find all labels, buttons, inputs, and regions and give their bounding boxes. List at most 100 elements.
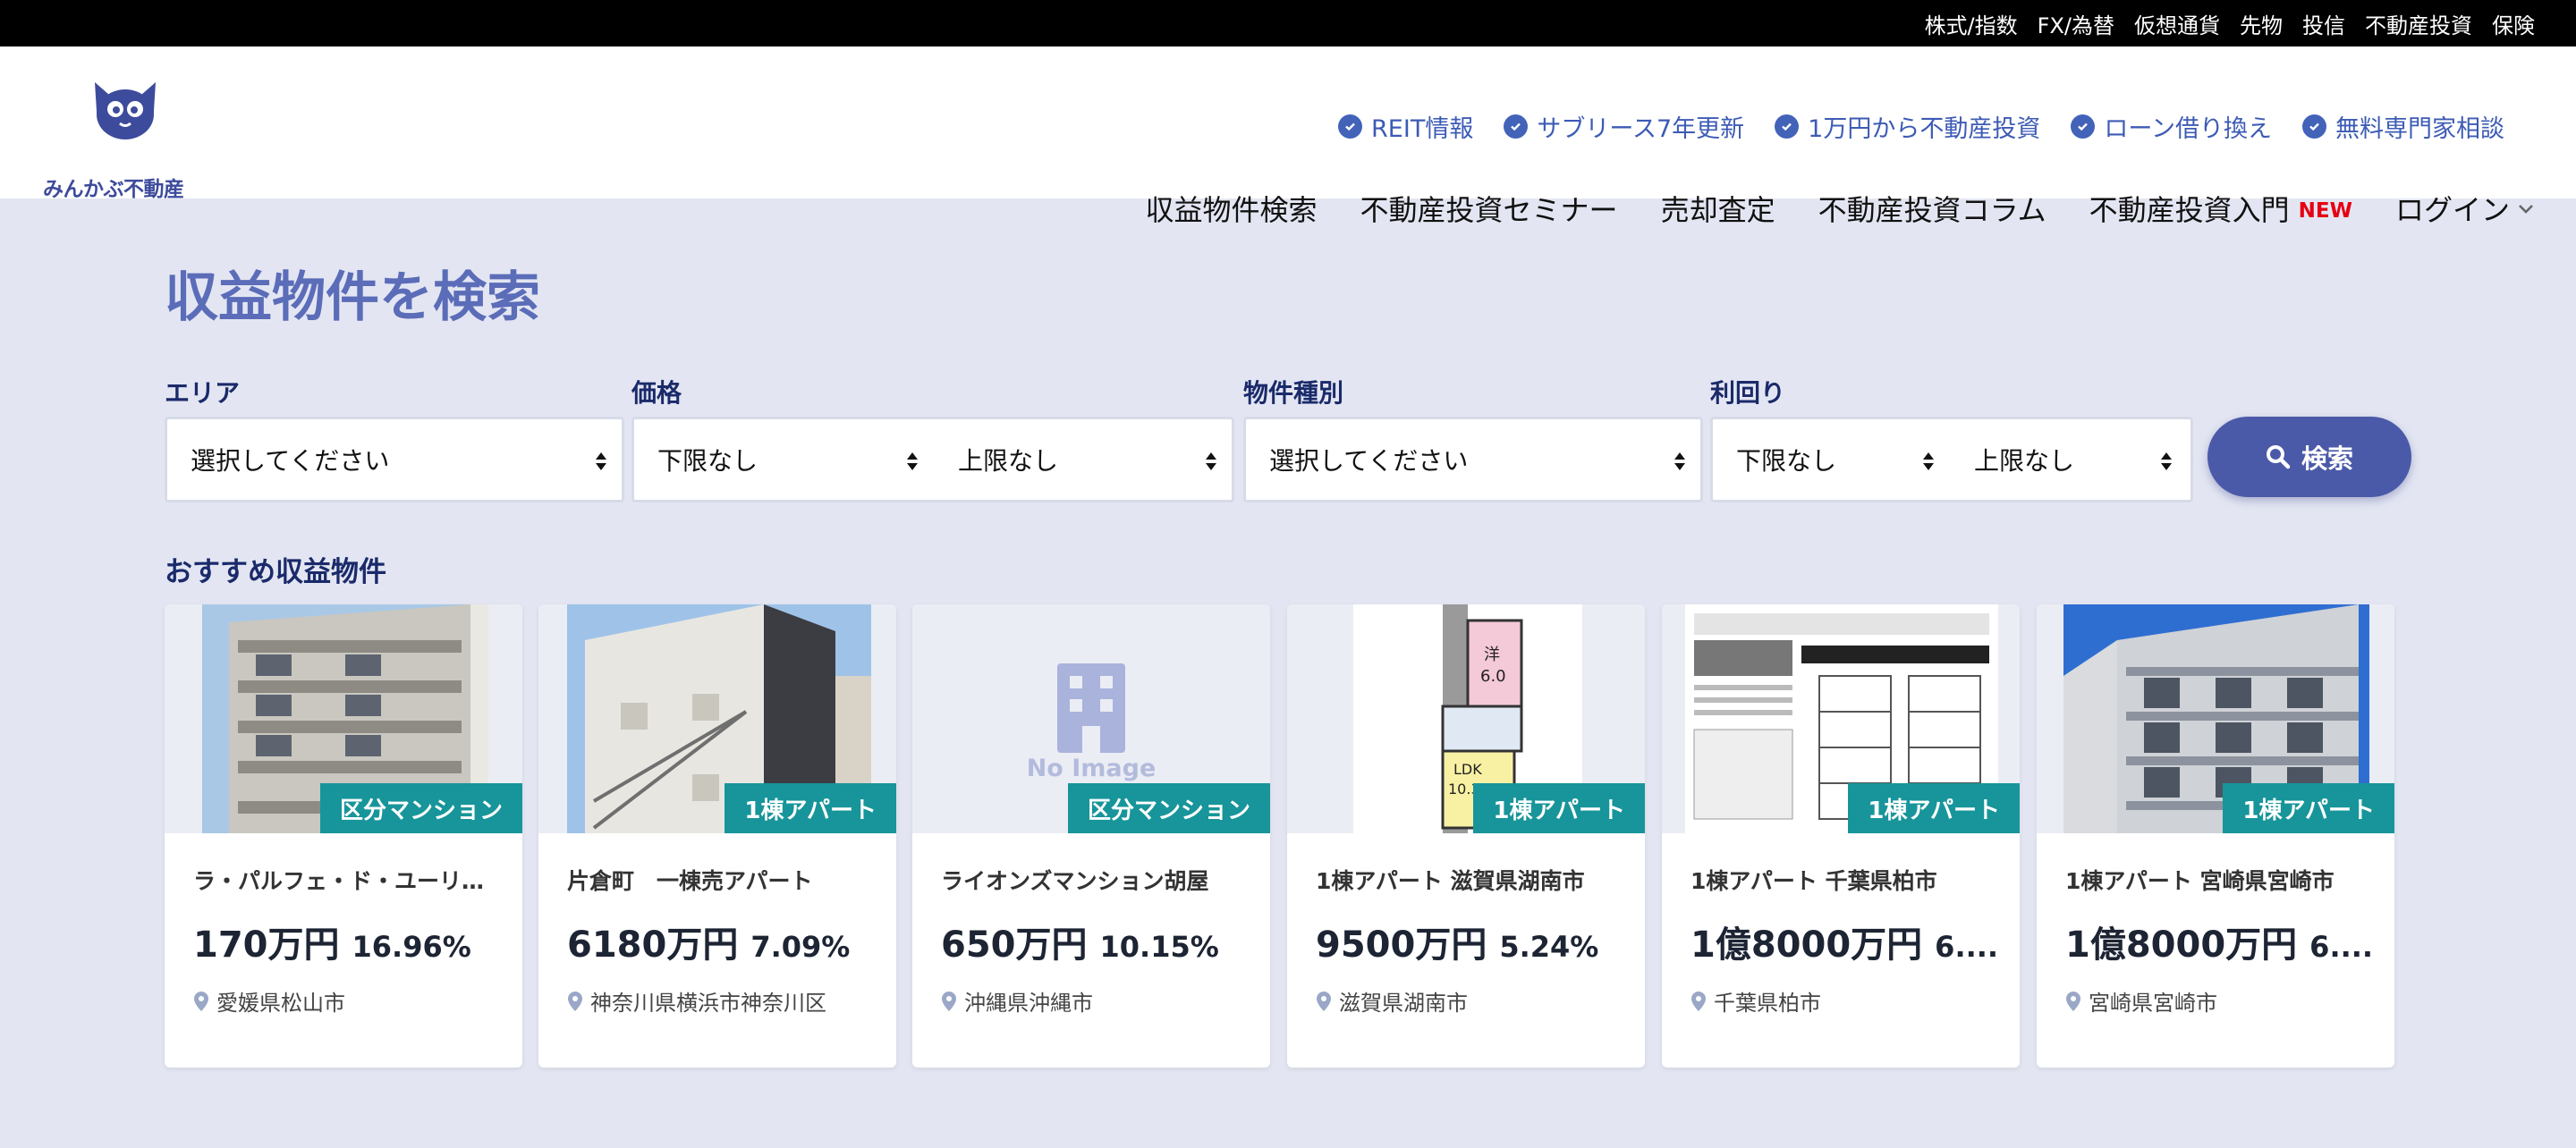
nav-column[interactable]: 不動産投資コラム (1818, 188, 2046, 229)
property-location-text: 千葉県柏市 (1714, 991, 1821, 1016)
property-name: 1棟アパート 宮崎県宮崎市 (2065, 868, 2334, 894)
property-type-select[interactable]: 選択してください (1243, 417, 1703, 502)
nav-intro[interactable]: 不動産投資入門 NEW (2089, 188, 2352, 229)
property-card[interactable]: 1棟アパート 1棟アパート 千葉県柏市 1億8000万円 6.... 千葉県柏市 (1662, 604, 2020, 1068)
price-label: 価格 (631, 378, 682, 408)
search-button[interactable]: 検索 (2207, 417, 2411, 497)
area-label: エリア (165, 378, 241, 408)
svg-text:6.0: 6.0 (1480, 667, 1506, 686)
sub-link-reit[interactable]: REIT情報 (1338, 109, 1473, 144)
property-price-row: 170万円 16.96% (193, 916, 506, 967)
property-location-text: 宮崎県宮崎市 (2089, 991, 2217, 1016)
property-location-text: 滋賀県湖南市 (1339, 991, 1468, 1016)
building-icon (1057, 663, 1125, 753)
price-max-select[interactable]: 上限なし (958, 442, 1058, 477)
topbar-link-futures[interactable]: 先物 (2240, 8, 2283, 39)
property-price-row: 9500万円 5.24% (1316, 916, 1629, 967)
yield-label: 利回り (1710, 378, 1786, 408)
sub-link-loan[interactable]: ローン借り換え (2071, 109, 2272, 144)
top-bar-links: 株式/指数 FX/為替 仮想通貨 先物 投信 不動産投資 保険 (1905, 0, 2535, 46)
nav-seminar[interactable]: 不動産投資セミナー (1360, 188, 1618, 229)
site-header: みんかぶ不動産 REIT情報 サブリース7年更新 1万円から不動産投資 ローン借… (0, 46, 2576, 227)
site-logo[interactable]: みんかぶ不動産 (43, 79, 213, 201)
property-card[interactable]: 1棟アパート 片倉町 一棟売アパート 6180万円 7.09% 神奈川県横浜市神奈… (538, 604, 896, 1068)
check-circle-icon (2302, 114, 2326, 139)
topbar-link-fx[interactable]: FX/為替 (2038, 8, 2114, 39)
property-type-badge: 1棟アパート (1473, 783, 1645, 833)
select-arrows-icon (596, 452, 606, 470)
property-name: ライオンズマンション胡屋 (941, 868, 1209, 894)
map-pin-icon (2066, 991, 2080, 1011)
topbar-link-funds[interactable]: 投信 (2302, 8, 2345, 39)
property-price: 1億8000万円 (1690, 924, 1923, 966)
sub-link-label: REIT情報 (1371, 115, 1474, 143)
nav-property-search[interactable]: 収益物件検索 (1146, 188, 1318, 229)
chevron-down-icon (2517, 202, 2535, 215)
topbar-link-crypto[interactable]: 仮想通貨 (2134, 8, 2220, 39)
topbar-link-stocks[interactable]: 株式/指数 (1925, 8, 2018, 39)
nav-sale-appraisal[interactable]: 売却査定 (1661, 188, 1775, 229)
property-name: 1棟アパート 滋賀県湖南市 (1316, 868, 1585, 894)
property-yield: 6.... (1935, 930, 1999, 964)
top-bar: 株式/指数 FX/為替 仮想通貨 先物 投信 不動産投資 保険 (0, 0, 2576, 46)
property-location: 滋賀県湖南市 (1316, 985, 1468, 1017)
check-circle-icon (2071, 114, 2096, 139)
property-yield: 16.96% (352, 930, 471, 964)
logo-mascot-icon (95, 82, 156, 139)
property-location-text: 神奈川県横浜市神奈川区 (590, 991, 826, 1016)
topbar-link-insurance[interactable]: 保険 (2492, 8, 2535, 39)
no-image-text: No Image (1026, 755, 1157, 782)
property-yield: 10.15% (1099, 930, 1219, 964)
sub-link-label: ローン借り換え (2104, 115, 2272, 143)
yield-range-box: 下限なし 上限なし (1710, 417, 2193, 502)
property-card[interactable]: 洋 6.0 LDK 10.3 1棟アパート 1棟アパート 滋賀県湖南市 9500… (1287, 604, 1645, 1068)
select-arrows-icon (1206, 452, 1216, 470)
map-pin-icon (1317, 991, 1331, 1011)
yield-max-select[interactable]: 上限なし (1974, 442, 2074, 477)
check-circle-icon (1775, 114, 1800, 139)
property-location: 千葉県柏市 (1690, 985, 1821, 1017)
sub-link-label: 1万円から不動産投資 (1808, 115, 2041, 143)
property-price: 9500万円 (1316, 924, 1487, 966)
property-price: 1億8000万円 (2065, 924, 2298, 966)
select-arrows-icon (907, 452, 918, 470)
property-price: 6180万円 (567, 924, 739, 966)
map-pin-icon (1691, 991, 1706, 1011)
nav-intro-label: 不動産投資入門 (2089, 193, 2290, 227)
sub-link-small-invest[interactable]: 1万円から不動産投資 (1775, 109, 2040, 144)
area-select[interactable]: 選択してください (165, 417, 624, 502)
property-name: ラ・パルフェ・ド・ユーリス... (193, 868, 497, 894)
map-pin-icon (568, 991, 582, 1011)
property-location: 神奈川県横浜市神奈川区 (567, 985, 826, 1017)
sub-link-sublease[interactable]: サブリース7年更新 (1504, 109, 1744, 144)
property-card[interactable]: 1棟アパート 1棟アパート 宮崎県宮崎市 1億8000万円 6.... 宮崎県宮崎… (2037, 604, 2394, 1068)
recommended-title: おすすめ収益物件 (165, 556, 386, 588)
check-circle-icon (1338, 114, 1363, 139)
property-price-row: 1億8000万円 6.... (2065, 916, 2378, 967)
svg-text:LDK: LDK (1453, 761, 1482, 778)
property-location-text: 愛媛県松山市 (216, 991, 345, 1016)
property-card[interactable]: 区分マンション ラ・パルフェ・ド・ユーリス... 170万円 16.96% 愛媛県… (165, 604, 522, 1068)
new-badge: NEW (2298, 199, 2352, 223)
search-icon (2266, 445, 2291, 469)
sub-link-label: 無料専門家相談 (2335, 115, 2504, 143)
property-price-row: 1億8000万円 6.... (1690, 916, 2004, 967)
property-yield: 7.09% (750, 930, 851, 964)
nav-login[interactable]: ログイン (2395, 188, 2535, 229)
topbar-link-realestate[interactable]: 不動産投資 (2365, 8, 2472, 39)
sub-link-label: サブリース7年更新 (1537, 115, 1745, 143)
map-pin-icon (194, 991, 208, 1011)
yield-min-select[interactable]: 下限なし (1736, 442, 1836, 477)
header-sub-links: REIT情報 サブリース7年更新 1万円から不動産投資 ローン借り換え 無料専門… (1308, 109, 2504, 144)
property-location: 宮崎県宮崎市 (2065, 985, 2217, 1017)
area-select-value: 選択してください (191, 446, 390, 476)
property-type-badge: 1棟アパート (1848, 783, 2020, 833)
sub-link-consult[interactable]: 無料専門家相談 (2302, 109, 2504, 144)
property-card[interactable]: No Image 区分マンション ライオンズマンション胡屋 650万円 10.15… (912, 604, 1270, 1068)
select-arrows-icon (1923, 452, 1934, 470)
property-price-row: 650万円 10.15% (941, 916, 1254, 967)
svg-text:洋: 洋 (1484, 646, 1500, 664)
select-arrows-icon (2161, 452, 2172, 470)
price-min-select[interactable]: 下限なし (657, 442, 758, 477)
property-location: 愛媛県松山市 (193, 985, 345, 1017)
